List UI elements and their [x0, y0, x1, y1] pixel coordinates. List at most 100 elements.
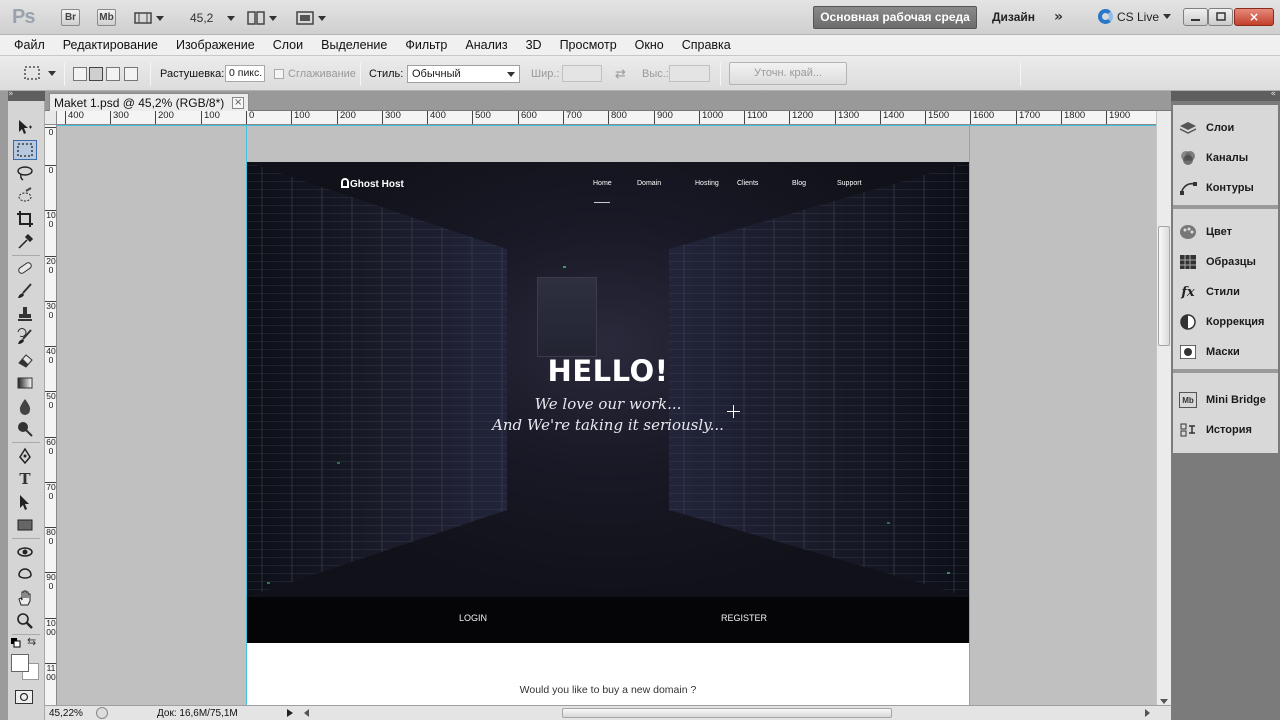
restore-button[interactable]: [1208, 8, 1233, 26]
intersect-selection-mode[interactable]: [124, 67, 138, 81]
panel-color[interactable]: Цвет: [1179, 221, 1232, 243]
menu-file[interactable]: Файл: [14, 38, 45, 52]
quick-selection-tool-icon[interactable]: [13, 186, 37, 206]
workspace-design-button[interactable]: Дизайн: [992, 10, 1035, 24]
chevron-down-icon: [1163, 14, 1172, 19]
ruler-origin[interactable]: [45, 111, 57, 125]
eraser-tool-icon[interactable]: [13, 350, 37, 370]
panel-paths[interactable]: Контуры: [1179, 177, 1254, 199]
panel-history[interactable]: История: [1179, 419, 1252, 441]
more-workspaces-icon[interactable]: »: [1054, 9, 1063, 25]
workspace-essentials-button[interactable]: Основная рабочая среда: [813, 6, 977, 29]
guide-vertical[interactable]: [969, 125, 970, 705]
panel-channels[interactable]: Каналы: [1179, 147, 1248, 169]
scroll-down-icon[interactable]: [1160, 699, 1168, 704]
vertical-scroll-thumb[interactable]: [1158, 226, 1170, 346]
horizontal-scroll-thumb[interactable]: [562, 708, 892, 718]
menu-edit[interactable]: Редактирование: [63, 38, 158, 52]
gradient-tool-icon[interactable]: [13, 373, 37, 393]
quick-mask-icon[interactable]: [15, 690, 33, 704]
arrange-documents-dropdown[interactable]: [247, 8, 277, 28]
swap-icon[interactable]: ⇄: [615, 66, 626, 82]
eyedropper-tool-icon[interactable]: [13, 232, 37, 252]
tool-preset-picker[interactable]: [22, 64, 56, 82]
menu-help[interactable]: Справка: [682, 38, 731, 52]
status-info-icon[interactable]: [96, 707, 108, 719]
menu-filter[interactable]: Фильтр: [405, 38, 447, 52]
pen-tool-icon[interactable]: [13, 446, 37, 466]
status-menu-icon[interactable]: [287, 709, 293, 717]
bridge-button[interactable]: Br: [61, 9, 80, 26]
view-extras-dropdown[interactable]: [134, 8, 164, 28]
close-window-button[interactable]: ×: [1234, 8, 1274, 26]
panels-header[interactable]: «: [1171, 89, 1280, 101]
menu-layer[interactable]: Слои: [273, 38, 303, 52]
menu-analysis[interactable]: Анализ: [465, 38, 507, 52]
panel-adjustments[interactable]: Коррекция: [1179, 311, 1264, 333]
feather-input[interactable]: 0 пикс.: [225, 65, 265, 82]
subtract-from-selection-mode[interactable]: [106, 67, 120, 81]
vertical-scrollbar[interactable]: [1156, 111, 1171, 705]
add-to-selection-mode[interactable]: [89, 67, 103, 81]
rectangle-tool-icon[interactable]: [13, 515, 37, 535]
panel-layers[interactable]: Слои: [1179, 117, 1234, 139]
ruler-tick-label: 600: [45, 437, 56, 456]
panel-mini-bridge[interactable]: Mb Mini Bridge: [1179, 389, 1266, 411]
scroll-left-icon[interactable]: [304, 709, 309, 717]
horizontal-ruler[interactable]: 400 300 200 100 0 100 200 300 400 500 60…: [57, 111, 1156, 125]
screen-mode-dropdown[interactable]: [296, 8, 326, 28]
lasso-tool-icon[interactable]: [13, 163, 37, 183]
rect-marquee-tool-icon[interactable]: [13, 140, 37, 160]
panel-styles[interactable]: fx Стили: [1179, 281, 1240, 303]
menu-view[interactable]: Просмотр: [560, 38, 617, 52]
new-selection-mode[interactable]: [73, 67, 87, 81]
hand-tool-icon[interactable]: [13, 588, 37, 608]
healing-brush-tool-icon[interactable]: [13, 258, 37, 278]
type-tool-icon[interactable]: T: [13, 469, 37, 489]
collapse-panels-icon[interactable]: «: [1270, 89, 1276, 99]
panel-swatches[interactable]: Образцы: [1179, 251, 1256, 273]
close-tab-icon[interactable]: ×: [232, 96, 245, 109]
cs-live-button[interactable]: CS Live: [1098, 9, 1172, 24]
crop-tool-icon[interactable]: [13, 209, 37, 229]
antialias-checkbox[interactable]: [274, 69, 284, 79]
menu-3d[interactable]: 3D: [526, 38, 542, 52]
blur-tool-icon[interactable]: [13, 396, 37, 416]
vertical-ruler[interactable]: 0 0 100 200 300 400 500 600 700 800 900 …: [45, 125, 57, 705]
document-canvas[interactable]: Ghost Host Home Domain Hosting Clients B…: [247, 162, 969, 705]
document-pasteboard[interactable]: Ghost Host Home Domain Hosting Clients B…: [57, 125, 1156, 705]
path-selection-tool-icon[interactable]: [13, 492, 37, 512]
swap-colors-icon[interactable]: ⇆: [27, 635, 36, 648]
scroll-right-icon[interactable]: [1145, 709, 1150, 717]
collapse-icon[interactable]: »: [8, 89, 14, 99]
history-brush-tool-icon[interactable]: [13, 327, 37, 347]
zoom-level-dropdown[interactable]: 45,2: [190, 8, 236, 28]
height-input[interactable]: [669, 65, 710, 82]
brush-tool-icon[interactable]: [13, 281, 37, 301]
ruler-tick-label: 1100: [45, 663, 56, 682]
menu-image[interactable]: Изображение: [176, 38, 255, 52]
3d-rotate-tool-icon[interactable]: [13, 542, 37, 562]
document-tab[interactable]: Maket 1.psd @ 45,2% (RGB/8*) ×: [49, 93, 250, 111]
paths-icon: [1179, 180, 1197, 196]
mini-bridge-button[interactable]: Mb: [97, 9, 116, 26]
panel-masks[interactable]: Маски: [1179, 341, 1240, 363]
3d-orbit-tool-icon[interactable]: [13, 565, 37, 585]
dodge-tool-icon[interactable]: [13, 419, 37, 439]
refine-edge-button[interactable]: Уточн. край...: [729, 62, 847, 85]
ruler-tick-label: 1800: [1061, 111, 1085, 124]
style-select[interactable]: Обычный: [407, 65, 520, 83]
server-led: [267, 582, 270, 584]
foreground-color-swatch[interactable]: [11, 654, 29, 672]
move-tool-icon[interactable]: [13, 117, 37, 137]
status-zoom[interactable]: 45,22%: [49, 708, 83, 719]
width-input[interactable]: [562, 65, 602, 82]
minimize-button[interactable]: [1183, 8, 1208, 26]
clone-stamp-tool-icon[interactable]: [13, 304, 37, 324]
zoom-tool-icon[interactable]: [13, 611, 37, 631]
default-colors-icon[interactable]: [11, 637, 21, 648]
menu-window[interactable]: Окно: [635, 38, 664, 52]
menu-select[interactable]: Выделение: [321, 38, 387, 52]
guide-horizontal[interactable]: [57, 125, 1156, 126]
guide-vertical[interactable]: [246, 125, 247, 705]
